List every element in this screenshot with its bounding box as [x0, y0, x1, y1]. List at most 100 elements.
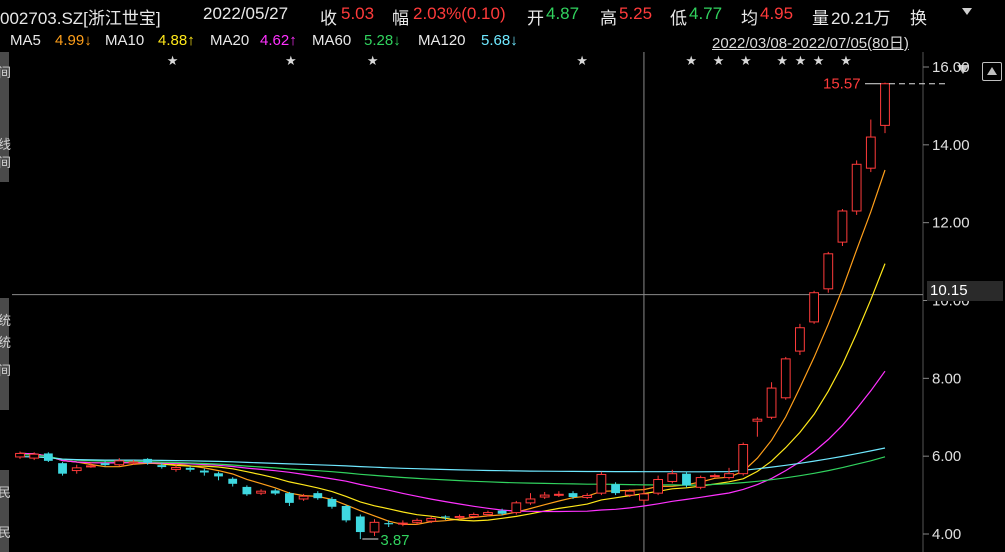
candle-body [539, 494, 550, 498]
ma60-label: MA60 [312, 32, 352, 49]
candle-body [369, 521, 380, 533]
candle-body [242, 486, 252, 495]
close-value: 5.03 [341, 4, 375, 23]
high-value: 5.25 [619, 4, 653, 23]
candlestick-chart[interactable]: 16.0014.0012.0010.008.006.004.00★ ★ ★ ★ ★ ★ ★ ★… [0, 52, 1005, 552]
candle-body [851, 163, 862, 212]
candle-body [58, 463, 67, 474]
event-star-icon: ★ [285, 53, 297, 68]
candle-body [611, 484, 620, 494]
candle-body [397, 522, 408, 525]
candle-body [553, 493, 564, 496]
low-label: 低 [670, 9, 687, 28]
candle [539, 491, 550, 499]
ma10-value: 4.88↑ [158, 32, 195, 49]
candle-body [327, 498, 337, 507]
candle-body [355, 516, 365, 533]
stock-code-name[interactable]: 002703.SZ[浙江世宝] [0, 4, 161, 29]
y-tick-label: 14.00 [932, 137, 970, 154]
candle [355, 514, 365, 540]
ma20-line [19, 370, 886, 513]
candle-body [171, 466, 181, 470]
open-value: 4.87 [546, 4, 580, 23]
candle-body [128, 461, 139, 464]
candle-body [780, 358, 791, 399]
average-label: 均 [741, 9, 758, 28]
candle-body [313, 493, 323, 499]
event-star-icon: ★ [795, 53, 807, 68]
candle-body [709, 475, 720, 478]
candle-body [441, 516, 450, 518]
candle [837, 209, 848, 247]
candle [228, 477, 238, 487]
candle-body [412, 519, 422, 523]
low-annotation: 3.87 [380, 532, 409, 549]
candle [823, 251, 834, 293]
candle-body [837, 210, 848, 243]
volume-label: 量 [812, 9, 829, 28]
y-tick-label: 6.00 [932, 448, 961, 465]
candle [766, 382, 777, 420]
candle [242, 485, 252, 496]
ma10-line [19, 263, 886, 522]
ma5-label: MA5 [10, 32, 41, 49]
candle-body [256, 490, 266, 494]
candle [653, 475, 664, 496]
event-star-icon: ★ [576, 53, 588, 68]
chevron-down-icon[interactable] [962, 8, 972, 15]
candle-body [624, 490, 635, 496]
candle-body [114, 460, 125, 466]
candle [738, 442, 749, 476]
candle-body [384, 523, 394, 525]
candle [256, 489, 266, 496]
y-tick-label: 4.00 [932, 526, 961, 543]
close-label: 收 [320, 9, 337, 28]
ma5-line [19, 169, 886, 525]
candle [752, 417, 763, 437]
event-star-icon: ★ [367, 53, 379, 68]
y-tick-label: 16.00 [932, 59, 970, 76]
candle-body [880, 83, 890, 126]
candle [525, 493, 536, 505]
candle [71, 464, 82, 474]
candle [809, 290, 819, 324]
candle [397, 520, 408, 527]
amplitude-label: 幅 [392, 9, 409, 28]
quote-date: 2022/05/27 [203, 4, 289, 23]
candle-body [185, 467, 195, 470]
candle-body [341, 505, 351, 521]
candle-body [483, 512, 493, 516]
candle-body [454, 515, 465, 519]
candle-body [865, 136, 876, 169]
candle [43, 452, 53, 463]
candle-body [511, 502, 522, 514]
event-star-icon: ★ [713, 53, 725, 68]
candle [780, 356, 791, 400]
volume-value: 20.21万 [831, 9, 891, 28]
candle-body [752, 418, 763, 422]
candle [285, 491, 294, 506]
candle-body [639, 493, 649, 501]
date-range[interactable]: 2022/03/08-2022/07/05(80日) [712, 32, 909, 53]
candle [596, 471, 607, 496]
candle-body [653, 479, 664, 494]
candle [695, 475, 706, 490]
candle-body [809, 292, 819, 323]
event-star-icon: ★ [776, 53, 788, 68]
event-star-icon: ★ [167, 53, 179, 68]
candle-body [497, 510, 507, 514]
y-tick-label: 12.00 [932, 215, 970, 232]
event-star-icon: ★ [813, 53, 825, 68]
candle-body [682, 473, 691, 486]
event-star-icon: ★ [740, 53, 752, 68]
candle-body [214, 473, 223, 477]
candle-body [15, 452, 25, 458]
candle [851, 160, 862, 215]
candle [724, 467, 734, 480]
ma120-label: MA120 [418, 32, 466, 49]
candle-body [596, 473, 607, 494]
candle-body [228, 478, 238, 484]
candle [185, 466, 195, 472]
event-star-icon: ★ [685, 53, 697, 68]
candle [58, 462, 67, 476]
